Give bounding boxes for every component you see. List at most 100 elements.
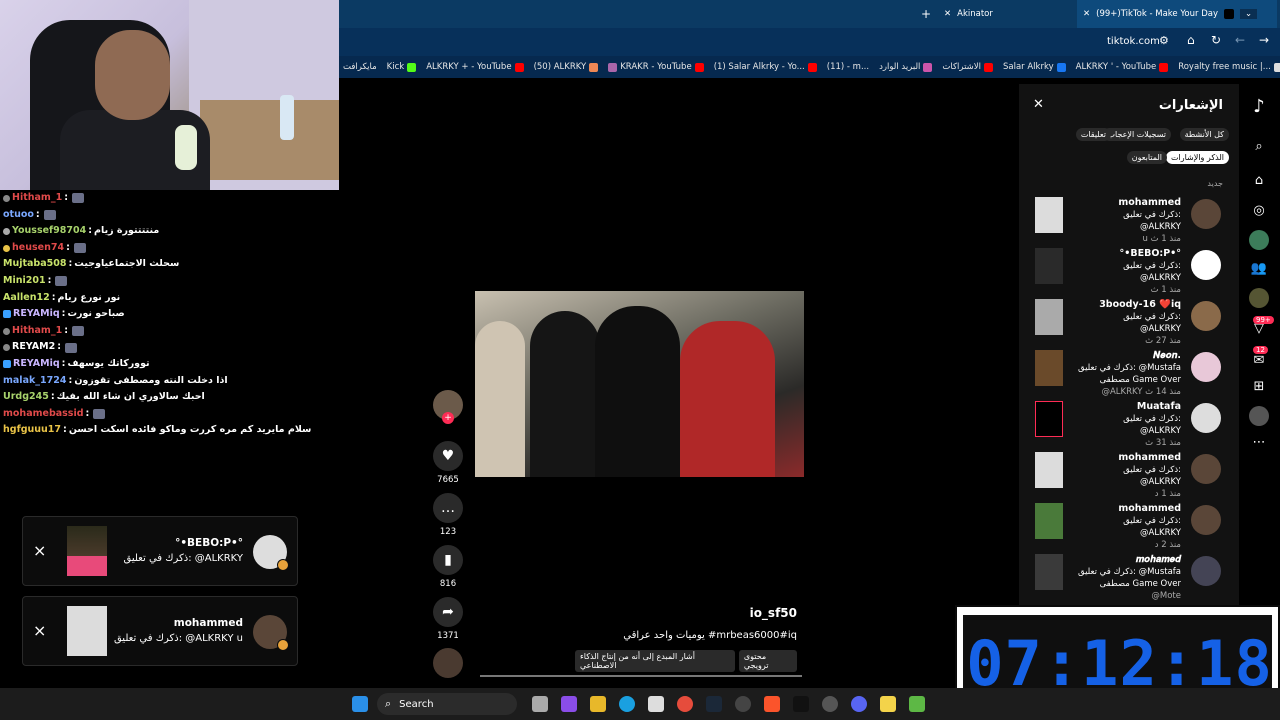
avatar[interactable] — [1191, 454, 1221, 484]
chat-username[interactable]: REYAM2 — [12, 339, 55, 356]
notification-username[interactable]: Muatafa — [1137, 401, 1181, 412]
bookmark[interactable]: ALKRKY ' - YouTube — [1076, 62, 1169, 72]
discord-icon[interactable] — [851, 696, 867, 712]
chat-username[interactable]: mohamebassid — [3, 406, 84, 423]
back-icon[interactable]: ← — [1235, 33, 1245, 47]
tab-tiktok[interactable]: ✕ (99+)TikTok - Make Your Day ⌄ — [1077, 0, 1277, 28]
forward-icon[interactable]: → — [1259, 33, 1269, 47]
mention-card[interactable]: × mohammed ذكرك في تعليق: @ALKRKY u — [22, 596, 298, 666]
minecraft-icon[interactable] — [909, 696, 925, 712]
bookmark[interactable]: (50) ALKRKY — [534, 62, 599, 72]
search-icon[interactable]: ⌕ — [1249, 136, 1269, 156]
avatar[interactable] — [1191, 199, 1221, 229]
home-icon[interactable]: ⌂ — [1187, 33, 1195, 47]
share-button[interactable]: ➦ 1371 — [433, 597, 463, 641]
video-author[interactable]: io_sf50 — [480, 606, 797, 620]
obs-icon[interactable] — [822, 696, 838, 712]
edge-icon[interactable] — [619, 696, 635, 712]
notification-username[interactable]: mohammed — [1118, 452, 1181, 463]
avatar[interactable] — [1191, 403, 1221, 433]
notification-item[interactable]: 𝑵𝒆𝒐𝒏. ذكرك في تعليق: @Mustafa مصطفى Game O… — [1019, 350, 1239, 400]
chat-username[interactable]: hgfguuu17 — [3, 422, 61, 439]
follow-icon[interactable]: + — [442, 412, 454, 424]
explore-icon[interactable]: ◎ — [1249, 200, 1269, 220]
chat-username[interactable]: REYAMiq — [13, 356, 60, 373]
bookmark[interactable]: الاشتراكات — [942, 62, 993, 72]
address-bar[interactable]: tiktok.com ⚙ ⌂ ↻ ← → — [339, 28, 1280, 56]
bookmark[interactable]: Salar Alkrky — [1003, 62, 1066, 72]
brave-icon[interactable] — [764, 696, 780, 712]
start-icon[interactable] — [352, 696, 368, 712]
video-thumbnail[interactable] — [1035, 248, 1063, 284]
chrome-icon[interactable] — [677, 696, 693, 712]
avatar[interactable] — [1191, 250, 1221, 280]
upload-icon[interactable]: ⊞ — [1249, 376, 1269, 396]
bookmark[interactable]: Royalty free music |... — [1178, 62, 1280, 72]
notification-username[interactable]: 𝒎𝒐𝒉𝒂𝒎𝒆𝒅 — [1136, 554, 1181, 565]
notification-item[interactable]: 3boody-16 ❤️iq ذكرك في تعليق: @ALKRKY منذ 2… — [1019, 299, 1239, 349]
close-icon[interactable]: ✕ — [1033, 97, 1044, 112]
notification-item[interactable]: mohammed ذكرك في تعليق: @ALKRKY منذ 2 د — [1019, 503, 1239, 553]
comment-button[interactable]: … 123 — [433, 493, 463, 537]
search-box[interactable]: ⌕ Search — [377, 693, 517, 715]
close-icon[interactable]: ✕ — [944, 9, 951, 19]
video-thumbnail[interactable] — [1035, 452, 1063, 488]
chat-username[interactable]: Youssef98704 — [12, 223, 86, 240]
video-thumbnail[interactable] — [1035, 197, 1063, 233]
avatar[interactable] — [1191, 352, 1221, 382]
bookmark[interactable]: KRAKR - YouTube — [608, 62, 704, 72]
site-settings-icon[interactable]: ⚙ — [1159, 34, 1169, 47]
settings-icon[interactable] — [735, 696, 751, 712]
filter-comments[interactable]: تعليقات — [1075, 128, 1111, 141]
store-icon[interactable] — [648, 696, 664, 712]
bookmark[interactable]: البريد الوارد — [879, 62, 933, 72]
chat-username[interactable]: Mini201 — [3, 273, 46, 290]
bookmark[interactable]: (1) Salar Alkrky - Yo... — [714, 62, 817, 72]
notification-item[interactable]: °•BEBO:P•° ذكرك في تعليق: @ALKRKY منذ 1 ث — [1019, 248, 1239, 298]
steam-icon[interactable] — [706, 696, 722, 712]
chat-username[interactable]: REYAMiq — [13, 306, 60, 323]
reload-icon[interactable]: ↻ — [1211, 33, 1221, 47]
avatar[interactable] — [1191, 301, 1221, 331]
avatar[interactable] — [1249, 230, 1269, 250]
notification-username[interactable]: 3boody-16 ❤️iq — [1099, 299, 1181, 310]
video-progress[interactable] — [480, 675, 802, 677]
profile-avatar[interactable] — [1249, 406, 1269, 426]
bookmark[interactable]: ALKRKY + - YouTube — [426, 62, 524, 72]
chat-username[interactable]: otuoo — [3, 207, 34, 224]
video-thumbnail[interactable] — [1035, 350, 1063, 386]
bookmark[interactable]: مايكرافت — [343, 62, 377, 72]
capcut-icon[interactable] — [793, 696, 809, 712]
avatar[interactable] — [1249, 288, 1269, 308]
filter-all[interactable]: كل الأنشطة — [1179, 128, 1229, 141]
mention-card[interactable]: × °•BEBO:P•° ذكرك في تعليق: @ALKRKY — [22, 516, 298, 586]
video-thumbnail[interactable] — [1035, 401, 1063, 437]
copilot-icon[interactable] — [561, 696, 577, 712]
notification-item[interactable]: mohammed ذكرك في تعليق: @ALKRKY u منذ 1 ث — [1019, 197, 1239, 247]
like-button[interactable]: ♥ 7665 — [433, 441, 463, 485]
filter-followers[interactable]: المتابعون — [1126, 151, 1167, 164]
tiktok-logo-icon[interactable]: ♪ — [1249, 96, 1269, 117]
video-player[interactable] — [475, 291, 804, 477]
notes-icon[interactable] — [880, 696, 896, 712]
friends-icon[interactable]: 👥 — [1249, 258, 1269, 278]
task-view-icon[interactable] — [532, 696, 548, 712]
chat-username[interactable]: heusen74 — [12, 240, 64, 257]
notification-username[interactable]: mohammed — [1118, 503, 1181, 514]
sound-avatar[interactable] — [433, 648, 463, 678]
bookmark[interactable]: (11) - m... — [827, 62, 869, 72]
filter-likes[interactable]: تسجيلات الإعجاب — [1102, 128, 1171, 141]
notification-item[interactable]: Muatafa ذكرك في تعليق: @ALKRKY منذ 31 ث — [1019, 401, 1239, 451]
avatar[interactable] — [1191, 505, 1221, 535]
close-icon[interactable]: × — [33, 621, 46, 640]
video-thumbnail[interactable] — [1035, 503, 1063, 539]
chat-username[interactable]: Aallen12 — [3, 290, 50, 307]
chat-username[interactable]: Hitham_1 — [12, 323, 62, 340]
video-thumbnail[interactable] — [1035, 554, 1063, 590]
chat-username[interactable]: Urdg245 — [3, 389, 49, 406]
filter-mentions[interactable]: الذكر والإشارات — [1165, 151, 1229, 164]
chat-username[interactable]: Mujtaba508 — [3, 256, 66, 273]
notification-item[interactable]: mohammed ذكرك في تعليق: @ALKRKY منذ 1 د — [1019, 452, 1239, 502]
more-icon[interactable]: ⋯ — [1249, 432, 1269, 452]
video-thumbnail[interactable] — [1035, 299, 1063, 335]
